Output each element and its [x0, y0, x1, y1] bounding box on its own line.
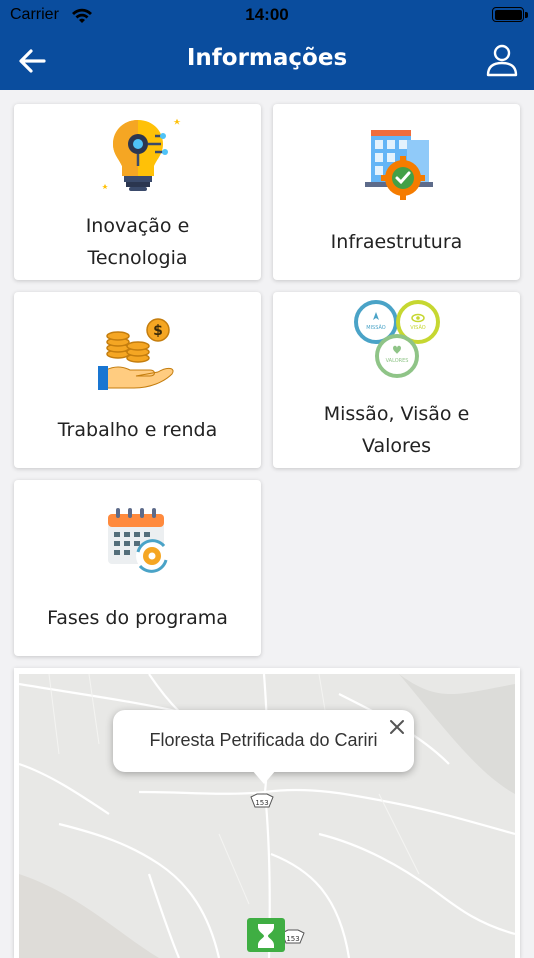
status-bar: Carrier 14:00	[0, 0, 534, 32]
card-label-line1: Missão, Visão e	[323, 403, 470, 425]
card-label: Fases do programa	[47, 607, 228, 629]
lightbulb-gear-icon	[101, 118, 181, 191]
hand-coins-icon: $	[97, 318, 173, 390]
road-label: 153	[255, 799, 268, 807]
card-label: Trabalho e renda	[57, 419, 218, 441]
user-profile-icon[interactable]	[484, 42, 520, 78]
card-trabalho-renda[interactable]: $ Trabalho e renda	[14, 292, 261, 468]
page-title: Informações	[186, 45, 348, 71]
battery-tip	[525, 12, 528, 18]
card-label-line1: Inovação e	[85, 215, 190, 237]
card-label: Infraestrutura	[330, 231, 463, 253]
svg-text:$: $	[153, 323, 163, 339]
close-icon[interactable]	[388, 718, 406, 736]
clock: 14:00	[245, 5, 289, 24]
card-label-line2: Valores	[361, 435, 432, 457]
nav-bar: Informações	[0, 32, 534, 90]
popup-pointer	[252, 770, 276, 784]
card-infraestrutura[interactable]: Infraestrutura	[273, 104, 520, 280]
card-fases-programa[interactable]: Fases do programa	[14, 480, 261, 656]
circle-label-missao: MISSÃO	[366, 324, 386, 331]
road-label: 153	[286, 935, 299, 943]
building-gear-icon	[364, 130, 433, 200]
map-marker[interactable]	[247, 918, 285, 952]
hourglass-marker-icon	[258, 924, 274, 948]
calendar-gear-icon	[107, 508, 168, 573]
popup-title: Floresta Petrificada do Cariri	[149, 730, 378, 750]
card-missao-visao-valores[interactable]: MISSÃO VISÃO VALORES Missão, Visão e Val…	[273, 292, 520, 468]
mission-vision-values-icon: MISSÃO VISÃO VALORES	[353, 300, 440, 378]
battery-icon	[492, 7, 524, 22]
circle-label-visao: VISÃO	[410, 324, 425, 331]
map-popup[interactable]: Floresta Petrificada do Cariri	[113, 710, 414, 772]
circle-label-valores: VALORES	[385, 358, 408, 364]
card-inovacao-tecnologia[interactable]: Inovação e Tecnologia	[14, 104, 261, 280]
card-label-line2: Tecnologia	[87, 247, 188, 269]
